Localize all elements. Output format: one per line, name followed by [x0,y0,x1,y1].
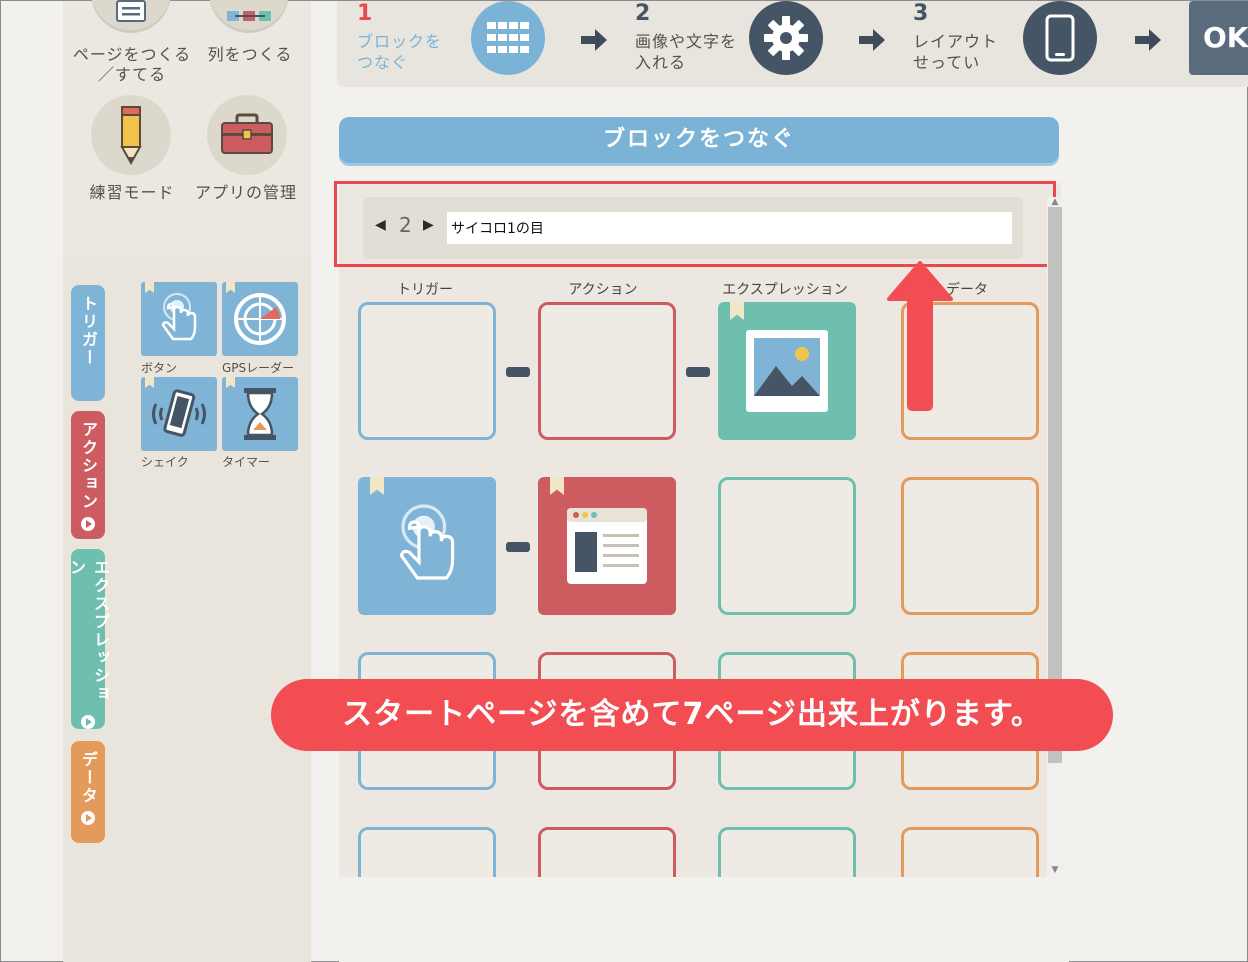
ok-button[interactable]: OK [1189,1,1248,75]
palette-block-timer[interactable] [222,377,298,451]
play-icon [81,517,95,531]
slot-trigger-row1[interactable] [358,302,496,440]
columns-menu-button[interactable] [209,0,289,33]
step-1-label[interactable]: ブロックを つなぐ [357,31,442,73]
play-icon [81,811,95,825]
palette-block-gps[interactable] [222,282,298,356]
expression-block-image[interactable] [718,302,856,440]
step-2-label[interactable]: 画像や文字を 入れる [635,31,737,73]
category-tab-data[interactable]: データ [71,741,105,843]
pencil-icon [120,106,142,166]
connector-dash [506,542,530,552]
browser-window-icon [567,508,647,584]
slot-data-row2[interactable] [901,477,1039,615]
callout-banner: スタートページを含めて7ページ出来上がります。 [271,679,1113,751]
trigger-block-button[interactable] [358,477,496,615]
slot-action-row1[interactable] [538,302,676,440]
scroll-down-icon[interactable]: ▼ [1048,865,1062,875]
highlight-frame [334,181,1056,267]
step-3-button[interactable] [1023,1,1097,75]
column-header-trigger: トリガー [397,282,453,298]
bookmark-icon [370,477,384,495]
palette-block-shake[interactable] [141,377,217,451]
palette-label-gps: GPSレーダー [222,361,295,375]
palette-block-button[interactable] [141,282,217,356]
step-2-number: 2 [635,1,651,26]
red-arrow-up-icon [887,261,953,411]
bookmark-icon [226,282,235,293]
action-block-screen[interactable] [538,477,676,615]
connector-dash [686,367,710,377]
shake-icon [152,389,206,437]
section-title: ブロックをつなぐ [339,117,1059,163]
app-manage-button[interactable] [207,95,287,175]
tap-icon [399,504,455,580]
category-tab-action[interactable]: アクション [71,411,105,539]
bookmark-icon [145,377,154,388]
palette-label-button: ボタン [141,361,178,375]
workspace-bottom-mask [339,877,1069,962]
hourglass-icon [244,388,276,440]
bookmark-icon [730,302,744,320]
practice-mode-button[interactable] [91,95,171,175]
step-2-button[interactable] [749,1,823,75]
columns-icon [227,11,271,21]
category-tab-expression[interactable]: エクスプレッション [67,549,110,729]
radar-icon [234,293,286,345]
menu-label-columns[interactable]: 列をつくる [185,45,315,65]
step-1-button[interactable] [471,1,545,75]
arrow-right-icon [859,29,885,51]
step-3-number: 3 [913,1,929,26]
menu-label-page[interactable]: ページをつくる ／すてる [67,45,197,85]
step-3-label[interactable]: レイアウト せってい [913,31,998,73]
phone-icon [1045,14,1075,62]
menu-label-manage[interactable]: アプリの管理 [181,183,311,203]
column-header-expression: エクスプレッション [722,282,848,298]
bookmark-icon [145,282,154,293]
category-tab-trigger[interactable]: トリガー [71,285,105,401]
image-icon [746,330,828,412]
gear-icon [764,16,808,60]
menu-label-practice[interactable]: 練習モード [67,183,197,203]
connector-dash [506,367,530,377]
page-menu-button[interactable] [91,0,171,33]
bookmark-icon [226,377,235,388]
step-1-number: 1 [357,1,373,26]
scroll-up-icon[interactable]: ▲ [1048,197,1062,207]
slot-expression-row2[interactable] [718,477,856,615]
tap-icon [161,293,197,341]
column-header-action: アクション [568,282,638,298]
bookmark-icon [550,477,564,495]
blocks-icon [487,22,529,53]
palette-label-timer: タイマー [222,455,271,469]
toolbox-icon [221,113,273,154]
arrow-right-icon [581,29,607,51]
palette-label-shake: シェイク [141,455,189,469]
arrow-right-icon [1135,29,1161,51]
page-icon [116,0,146,22]
play-icon [81,715,95,729]
